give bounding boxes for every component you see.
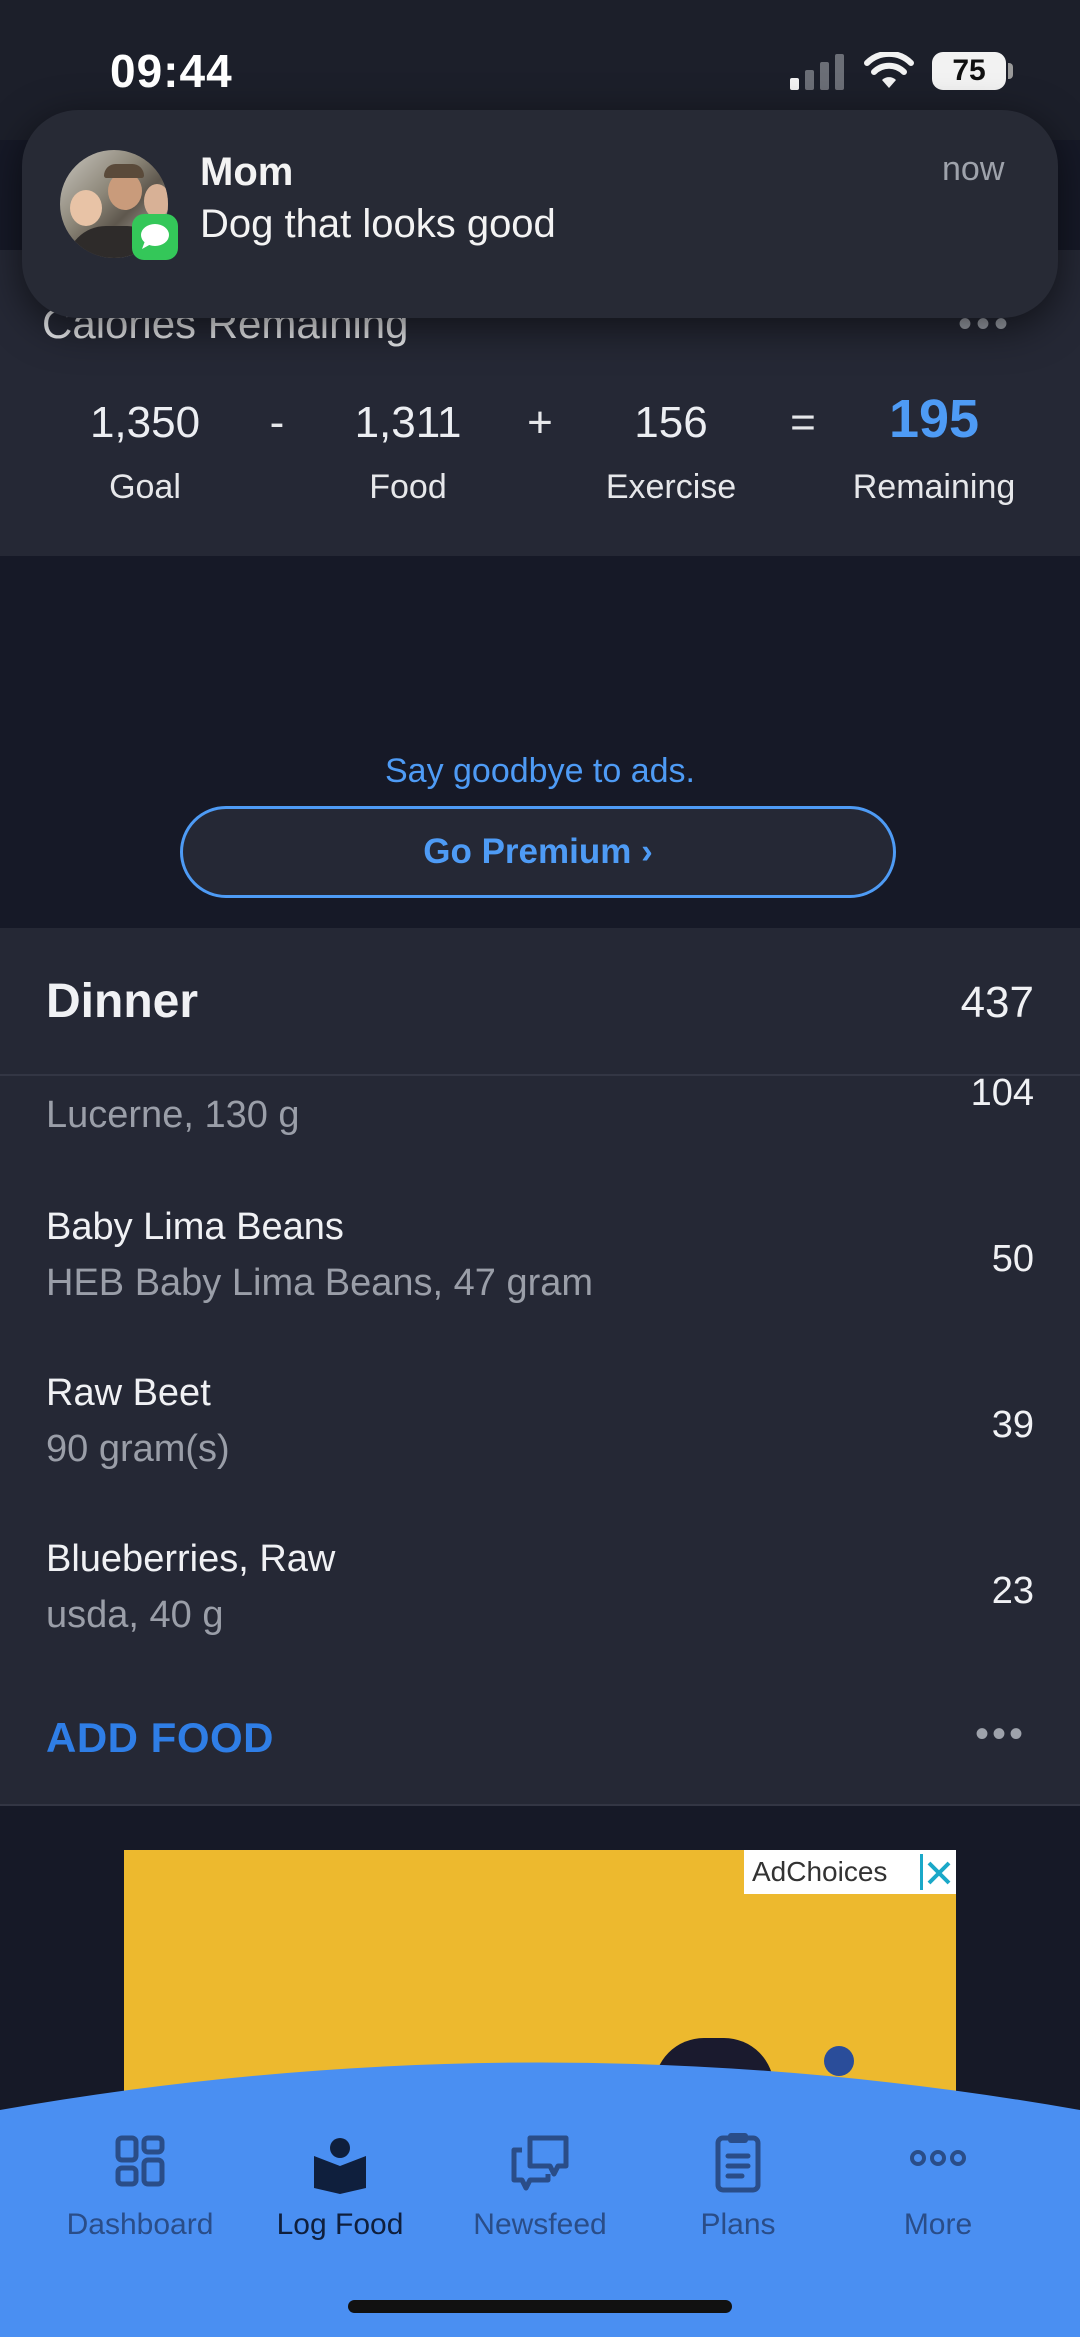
nav-dashboard-label: Dashboard [66,2208,214,2241]
food-item-description: usda, 40 g [46,1594,224,1636]
food-value: 1,311 [354,398,462,447]
chat-icon [511,2135,569,2191]
exercise-label: Exercise [605,468,737,506]
nav-log-food-label: Log Food [276,2208,404,2241]
ad-close-icon[interactable] [920,1854,954,1890]
home-indicator[interactable] [348,2300,732,2313]
nav-more-label: More [903,2208,973,2241]
notification-message: Dog that looks good [200,202,556,246]
clipboard-icon [715,2133,761,2193]
nav-plans-label: Plans [700,2208,776,2241]
wifi-icon [864,52,914,88]
speech-bubble-icon [141,224,169,249]
nav-newsfeed[interactable]: Newsfeed [440,2130,640,2270]
food-item-description[interactable]: Lucerne, 130 g [46,1094,300,1137]
section-divider [0,1804,1080,1806]
nav-dashboard[interactable]: Dashboard [40,2130,240,2270]
remaining-value: 195 [888,389,980,449]
goal-value: 1,350 [89,398,201,447]
food-item-description: 90 gram(s) [46,1428,230,1470]
nav-log-food[interactable]: Log Food [240,2130,440,2270]
food-item-name[interactable]: Baby Lima Beans [46,1206,344,1249]
more-icon [910,2150,966,2166]
add-food-button[interactable]: ADD FOOD [46,1714,274,1762]
food-item-calories: 23 [991,1570,1034,1612]
status-time: 09:44 [110,45,233,97]
messages-app-icon [132,214,178,260]
grid-icon [115,2135,165,2187]
dinner-title: Dinner [46,975,199,1028]
battery-tip [1008,63,1013,79]
remove-ads-text: Say goodbye to ads. [384,752,695,790]
food-label: Food [369,468,447,506]
remaining-label: Remaining [852,468,1016,506]
go-premium-button[interactable]: Go Premium › [180,806,896,898]
dinner-total-calories: 437 [960,978,1034,1027]
food-item-name[interactable]: Blueberries, Raw [46,1538,335,1581]
food-item-calories: 104 [970,1072,1034,1114]
food-item-calories: 50 [991,1238,1034,1280]
food-item-calories: 39 [991,1404,1034,1446]
cellular-signal-icon [790,54,844,90]
food-item-description: HEB Baby Lima Beans, 47 gram [46,1262,594,1304]
food-item-name[interactable]: Raw Beet [46,1372,211,1415]
adchoices-badge[interactable]: AdChoices [744,1850,956,1894]
notification-sender: Mom [200,150,294,194]
nav-more[interactable]: More [838,2130,1038,2270]
notification-time: now [942,150,1005,188]
goal-label: Goal [109,468,181,506]
exercise-value: 156 [634,398,708,447]
nav-newsfeed-label: Newsfeed [473,2208,607,2241]
battery-icon: 75 [932,52,1006,90]
adchoices-label: AdChoices [752,1856,888,1887]
message-notification[interactable]: Mom Dog that looks good now [22,110,1058,318]
dinner-more-icon[interactable]: ••• [975,1712,1026,1757]
book-icon [314,2138,366,2194]
nav-plans[interactable]: Plans [638,2130,838,2270]
